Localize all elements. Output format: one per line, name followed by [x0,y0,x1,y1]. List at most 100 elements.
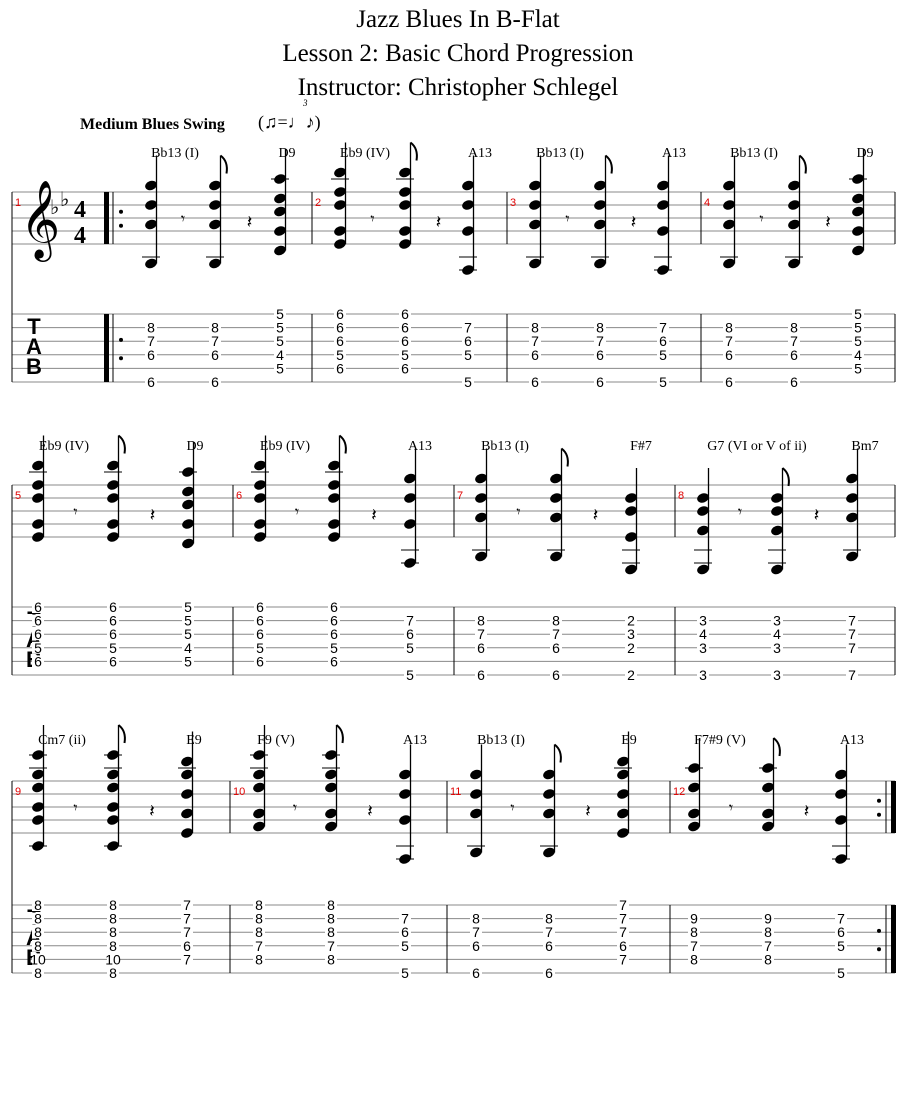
measure-number: 5 [15,490,21,502]
tab-fret-number: 3 [773,640,781,656]
tab-fret-number: 5 [854,360,862,376]
tab-fret-number: 5 [659,347,667,363]
key-signature-flat: ♭ [60,189,69,211]
tab-fret-number: 7 [619,951,627,967]
tab-fret-number: 6 [211,374,219,390]
repeat-end-thick-bar [891,905,896,973]
quarter-rest-icon: 𝄽 [149,801,155,822]
eighth-note-flag [560,447,569,467]
tab-fret-number: 5 [184,653,192,669]
eighth-note-flag [117,724,126,744]
eighth-note-flag [335,724,344,744]
tab-clef-letter: B [26,354,42,379]
quarter-rest-icon: 𝄽 [436,212,442,233]
tab-fret-number: 6 [401,360,409,376]
tab-fret-number: 7 [848,640,856,656]
eighth-note-flag [219,154,228,174]
tab-fret-number: 6 [552,667,560,683]
tab-fret-number: 6 [211,347,219,363]
chord-name: Eb9 (IV) [340,146,390,161]
tab-fret-number: 6 [34,653,42,669]
chord-name: Bb13 (I) [151,146,199,161]
quarter-rest-icon: 𝄽 [247,212,253,233]
eighth-note-flag [117,434,126,454]
measure-number: 11 [450,786,461,798]
chord-name: Bb13 (I) [730,146,778,161]
tab-fret-number: 5 [401,938,409,954]
measure-number: 12 [673,786,685,798]
tab-fret-number: 2 [627,640,635,656]
measure-number: 9 [15,786,21,798]
quarter-rest-icon: 𝄽 [825,212,831,233]
treble-clef-icon: 𝄞 [20,180,60,262]
measure-number: 8 [678,490,684,502]
tab-fret-number: 6 [147,374,155,390]
score: TAB𝄞♭ ♭ 441Bb13 (I) D98766876655545𝄾 𝄽2Eb9 (… [11,141,896,981]
chord-name: F7#9 (V) [694,733,746,748]
measure-number: 4 [704,197,710,209]
chord-name: Bb13 (I) [477,733,525,748]
chord-name: A13 [408,439,432,454]
tab-fret-number: 2 [627,667,635,683]
eighth-rest-icon: 𝄾 [295,502,299,521]
tab-fret-number: 6 [552,640,560,656]
eighth-rest-icon: 𝄾 [73,798,77,817]
repeat-dot [877,812,881,817]
repeat-dot [119,209,123,214]
eighth-rest-icon: 𝄾 [181,209,185,228]
chord-name: Eb9 (IV) [39,439,89,454]
tab-fret-number: 6 [531,347,539,363]
quarter-rest-icon: 𝄽 [631,212,637,233]
chord-name: Cm7 (ii) [38,733,86,748]
repeat-start-thick-bar [104,192,109,244]
tab-fret-number: 6 [596,374,604,390]
tab-fret-number: 5 [464,347,472,363]
chord-name: Bm7 [851,439,878,454]
repeat-end-thick-bar [891,781,896,833]
tab-fret-number: 6 [472,965,480,981]
tab-fret-number: 8 [255,951,263,967]
chord-name: A13 [403,733,427,748]
tab-fret-number: 8 [690,951,698,967]
tab-fret-number: 6 [725,347,733,363]
eighth-rest-icon: 𝄾 [293,798,297,817]
tab-fret-number: 6 [790,374,798,390]
repeat-dot [877,798,881,803]
measure-number: 7 [457,490,463,502]
chord-name: F9 (V) [257,733,295,748]
quarter-rest-icon: 𝄽 [814,505,820,526]
eighth-note-flag [338,434,347,454]
eighth-note-flag [772,737,781,757]
eighth-note-flag [553,743,562,763]
tab-fret-number: 5 [837,965,845,981]
tab-fret-number: 3 [773,667,781,683]
eighth-note-flag [604,154,613,174]
chord-name: Eb9 (IV) [260,439,310,454]
tab-fret-number: 8 [34,965,42,981]
tab-fret-number: 6 [790,347,798,363]
tab-fret-number: 6 [147,347,155,363]
quarter-rest-icon: 𝄽 [585,801,591,822]
tab-fret-number: 6 [477,667,485,683]
measure-number: 3 [510,197,516,209]
eighth-note-flag [409,141,418,161]
eighth-rest-icon: 𝄾 [729,798,733,817]
tab-fret-number: 6 [336,360,344,376]
tab-fret-number: 5 [406,667,414,683]
tab-fret-number: 8 [109,965,117,981]
tab-fret-number: 8 [327,951,335,967]
eighth-rest-icon: 𝄾 [516,502,520,521]
eighth-rest-icon: 𝄾 [738,502,742,521]
tab-fret-number: 7 [183,951,191,967]
tab-fret-number: 6 [725,374,733,390]
repeat-dot [877,928,881,933]
tab-fret-number: 6 [330,653,338,669]
tab-fret-number: 8 [764,951,772,967]
tab-fret-number: 6 [472,938,480,954]
measure-number: 10 [233,786,245,798]
repeat-dot [119,223,123,228]
chord-name: G7 (VI or V of ii) [707,439,807,454]
chord-name: E9 [186,733,202,748]
repeat-dot [119,337,123,342]
tab-fret-number: 5 [659,374,667,390]
